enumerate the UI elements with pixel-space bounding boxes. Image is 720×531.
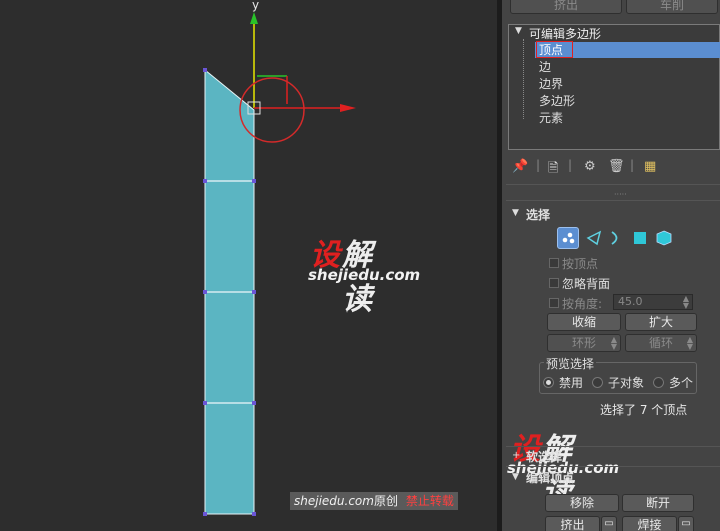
- stack-toolbar: 📌 | 🗎 | ⚙ 🗑 | ▦: [508, 158, 718, 178]
- ring-button[interactable]: 环形 ▲ ▼: [547, 334, 621, 352]
- element-mode-icon[interactable]: [655, 229, 673, 247]
- rollup-divider: [506, 466, 720, 467]
- footer-site: shejiedu.com: [294, 494, 374, 508]
- ring-label: 环形: [571, 336, 596, 350]
- by-vertex-label: 按顶点: [562, 257, 599, 271]
- stack-item-border[interactable]: 边界: [539, 76, 563, 92]
- edit-vertices-title[interactable]: 编辑顶点: [526, 469, 574, 486]
- expand-triangle-icon[interactable]: ▼: [515, 26, 522, 36]
- extrude-top-button[interactable]: 挤出: [510, 0, 622, 14]
- separator: |: [568, 158, 573, 172]
- footer-credit: shejiedu.com原创 禁止转载: [290, 492, 458, 510]
- rollup-grip-icon[interactable]: ·····: [614, 190, 627, 199]
- weld-button[interactable]: 焊接: [622, 516, 677, 531]
- separator: |: [536, 158, 541, 172]
- show-end-result-icon[interactable]: 🗎: [548, 159, 558, 181]
- loop-label: 循环: [648, 336, 673, 350]
- stack-item-edge[interactable]: 边: [539, 59, 551, 75]
- by-angle-checkbox[interactable]: [549, 298, 559, 308]
- remove-modifier-icon[interactable]: 🗑: [608, 159, 625, 174]
- move-gizmo[interactable]: [239, 12, 356, 143]
- vertex[interactable]: [203, 179, 207, 183]
- angle-spinner[interactable]: 45.0 ▲ ▼: [613, 294, 693, 310]
- vertex[interactable]: [252, 401, 256, 405]
- vertex[interactable]: [203, 401, 207, 405]
- selection-status: 选择了 7 个顶点: [600, 403, 688, 417]
- extrude-settings-button[interactable]: ▭: [601, 516, 617, 531]
- pin-stack-icon[interactable]: 📌: [512, 159, 528, 174]
- stack-root[interactable]: 可编辑多边形: [529, 25, 601, 42]
- preview-subobject-radio[interactable]: [592, 377, 603, 388]
- vertex[interactable]: [252, 179, 256, 183]
- spinner-arrows-icon[interactable]: ▲ ▼: [683, 295, 689, 310]
- viewport-canvas[interactable]: [0, 0, 497, 531]
- collapse-triangle-icon[interactable]: ▼: [512, 208, 519, 218]
- extrude-button[interactable]: 挤出: [545, 516, 600, 531]
- vertex[interactable]: [203, 68, 207, 72]
- rollup-divider: [506, 446, 720, 447]
- edit-vertices-collapse-icon[interactable]: ▼: [512, 472, 519, 482]
- weld-settings-button[interactable]: ▭: [678, 516, 694, 531]
- preview-multiple-radio[interactable]: [653, 377, 664, 388]
- by-angle-label: 按角度:: [562, 297, 603, 311]
- break-button[interactable]: 断开: [622, 494, 694, 512]
- make-unique-icon[interactable]: ⚙: [584, 159, 596, 174]
- stack-item-polygon[interactable]: 多边形: [539, 93, 575, 109]
- preview-selection-title: 预览选择: [544, 355, 597, 372]
- preview-disabled-radio[interactable]: [543, 377, 554, 388]
- configure-modifier-sets-icon[interactable]: ▦: [644, 159, 656, 174]
- polygon-mode-icon[interactable]: [631, 229, 649, 247]
- preview-multiple-label: 多个: [669, 376, 694, 390]
- remove-button[interactable]: 移除: [545, 494, 619, 512]
- vertex[interactable]: [203, 290, 207, 294]
- grow-button[interactable]: 扩大: [625, 313, 697, 331]
- shrink-button[interactable]: 收缩: [547, 313, 621, 331]
- preview-subobject-label: 子对象: [608, 376, 645, 390]
- vertex[interactable]: [252, 290, 256, 294]
- footer-original: 原创: [373, 494, 398, 508]
- stack-item-element[interactable]: 元素: [539, 110, 563, 126]
- ignore-backfacing-label: 忽略背面: [562, 277, 611, 291]
- ignore-backfacing-checkbox[interactable]: [549, 278, 559, 288]
- vertex-mode-icon[interactable]: [557, 227, 579, 249]
- subobject-icons: [557, 227, 677, 249]
- vertex[interactable]: [252, 512, 256, 516]
- rollup-divider: [506, 184, 720, 185]
- footer-warning: 禁止转载: [405, 494, 454, 508]
- preview-disabled-label: 禁用: [559, 376, 584, 390]
- lathe-button[interactable]: 车削: [626, 0, 718, 14]
- loop-spinner-icon[interactable]: ▲ ▼: [687, 336, 693, 351]
- edge-mode-icon[interactable]: [585, 229, 603, 247]
- stack-item-vertex[interactable]: 顶点: [539, 42, 563, 58]
- by-vertex-checkbox[interactable]: [549, 258, 559, 268]
- ring-spinner-icon[interactable]: ▲ ▼: [611, 336, 617, 351]
- modifier-stack[interactable]: ▼ 可编辑多边形 顶点 边 边界 多边形 元素: [508, 24, 720, 150]
- selection-rollout-title[interactable]: 选择: [526, 206, 550, 223]
- separator: |: [630, 158, 635, 172]
- loop-button[interactable]: 循环 ▲ ▼: [625, 334, 697, 352]
- rollup-divider: [506, 200, 720, 201]
- axis-y-label: y: [252, 0, 260, 12]
- angle-value: 45.0: [618, 295, 643, 308]
- command-panel: 挤出 车削 ▼ 可编辑多边形 顶点 边 边界 多边形 元素 📌 | 🗎 | ⚙ …: [502, 0, 720, 531]
- tree-line: [523, 39, 524, 119]
- watermark-site: shejiedu.com: [308, 266, 421, 284]
- border-mode-icon[interactable]: [607, 229, 625, 247]
- viewport[interactable]: y 设 解读 shejiedu.com shejiedu.com原创 禁止转载: [0, 0, 497, 531]
- vertex[interactable]: [203, 512, 207, 516]
